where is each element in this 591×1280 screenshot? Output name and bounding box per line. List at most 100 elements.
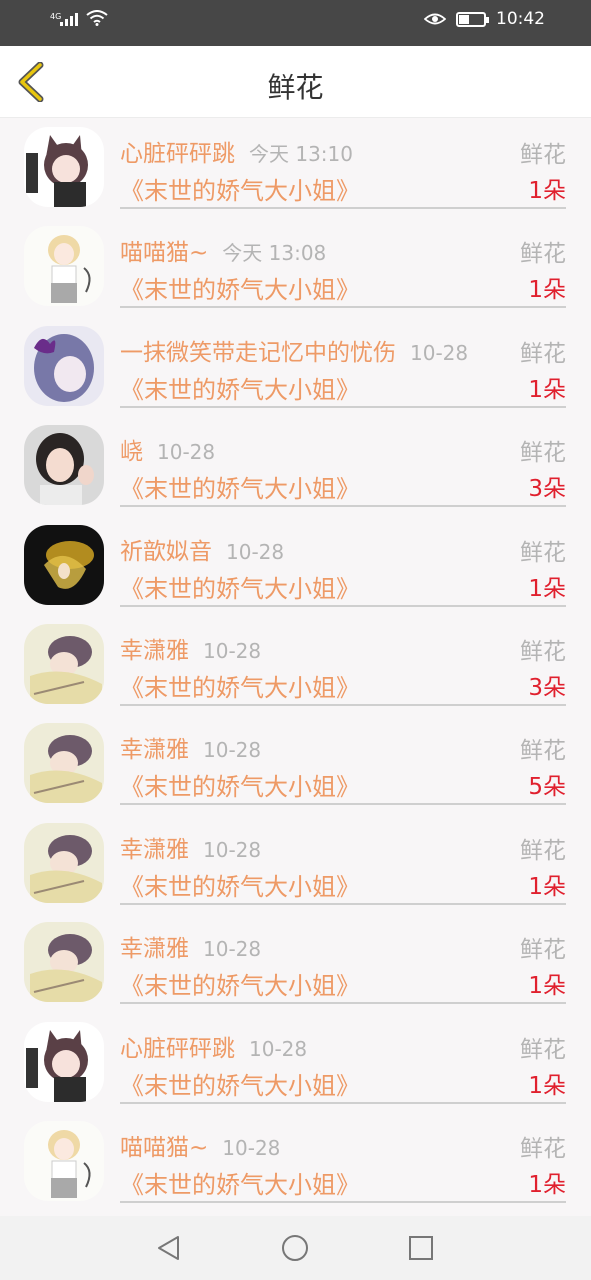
dark-gold-avatar[interactable] bbox=[24, 524, 104, 605]
gift-count: 1朵 bbox=[528, 376, 566, 403]
gift-type: 鲜花 bbox=[520, 937, 566, 964]
gift-time: 10-28 bbox=[203, 638, 262, 663]
list-item-1[interactable]: 喵喵猫~ 今天 13:08 鲜花 《末世的娇气大小姐》 1朵 bbox=[0, 217, 591, 316]
list-item-content: 幸潇雅 10-28 鲜花 《末世的娇气大小姐》 1朵 bbox=[120, 913, 566, 1005]
sender-name: 喵喵猫~ 今天 13:08 bbox=[120, 233, 326, 267]
book-title: 《末世的娇气大小姐》 bbox=[120, 276, 360, 305]
eye-icon bbox=[424, 13, 446, 25]
list-item-0[interactable]: 心脏砰砰跳 今天 13:10 鲜花 《末世的娇气大小姐》 1朵 bbox=[0, 118, 591, 217]
list-item-content: 喵喵猫~ 10-28 鲜花 《末世的娇气大小姐》 1朵 bbox=[120, 1112, 566, 1203]
sender-name: 幸潇雅 10-28 bbox=[120, 929, 261, 963]
sender-name-text: 一抹微笑带走记忆中的忧伤 bbox=[120, 339, 396, 366]
book-title: 《末世的娇气大小姐》 bbox=[120, 972, 360, 1001]
sender-name-text: 幸潇雅 bbox=[120, 637, 189, 664]
sender-name: 幸潇雅 10-28 bbox=[120, 730, 261, 764]
gift-count: 1朵 bbox=[528, 575, 566, 602]
sender-name-text: 喵喵猫~ bbox=[120, 240, 209, 267]
gift-type: 鲜花 bbox=[520, 638, 566, 665]
page-title: 鲜花 bbox=[267, 71, 324, 104]
book-title: 《末世的娇气大小姐》 bbox=[120, 1071, 360, 1100]
gift-count: 1朵 bbox=[528, 973, 566, 1000]
sleeping-boy-avatar[interactable] bbox=[24, 623, 104, 704]
gift-time: 今天 13:10 bbox=[249, 142, 353, 166]
list-item-content: 幸潇雅 10-28 鲜花 《末世的娇气大小姐》 5朵 bbox=[120, 714, 566, 806]
gift-type: 鲜花 bbox=[520, 1036, 566, 1063]
book-title: 《末世的娇气大小姐》 bbox=[120, 872, 360, 901]
catgirl-blonde-avatar[interactable] bbox=[24, 1120, 104, 1201]
catgirl-dark-avatar[interactable] bbox=[24, 1021, 104, 1102]
triangle-back-icon[interactable] bbox=[155, 1234, 183, 1262]
sleeping-boy-avatar[interactable] bbox=[24, 723, 104, 804]
catgirl-dark-avatar[interactable] bbox=[24, 127, 104, 207]
wifi-icon bbox=[86, 10, 108, 26]
sender-name-text: 祈歆姒音 bbox=[120, 538, 212, 565]
list-item-8[interactable]: 幸潇雅 10-28 鲜花 《末世的娇气大小姐》 1朵 bbox=[0, 913, 591, 1012]
network-type: 4G bbox=[50, 12, 62, 21]
gift-count: 3朵 bbox=[528, 476, 566, 503]
list-item-3[interactable]: 峣 10-28 鲜花 《末世的娇气大小姐》 3朵 bbox=[0, 416, 591, 515]
flower-gift-list: 心脏砰砰跳 今天 13:10 鲜花 《末世的娇气大小姐》 1朵 喵喵猫~ 今天 13… bbox=[0, 118, 591, 1216]
catgirl-blonde-avatar[interactable] bbox=[24, 226, 104, 307]
gift-count: 3朵 bbox=[528, 674, 566, 701]
sleeping-boy-avatar[interactable] bbox=[24, 822, 104, 903]
gift-type: 鲜花 bbox=[520, 440, 566, 467]
list-item-10[interactable]: 喵喵猫~ 10-28 鲜花 《末世的娇气大小姐》 1朵 bbox=[0, 1112, 591, 1211]
list-item-7[interactable]: 幸潇雅 10-28 鲜花 《末世的娇气大小姐》 1朵 bbox=[0, 814, 591, 913]
gift-time: 10-28 bbox=[222, 1135, 281, 1160]
gift-type: 鲜花 bbox=[520, 142, 566, 168]
gift-type: 鲜花 bbox=[520, 837, 566, 864]
header: 鲜花 bbox=[0, 46, 591, 118]
sender-name-text: 幸潇雅 bbox=[120, 936, 189, 963]
gift-time: 10-28 bbox=[410, 340, 469, 365]
gift-time: 10-28 bbox=[203, 837, 262, 862]
signal-icon bbox=[60, 10, 78, 26]
gift-time: 10-28 bbox=[249, 1036, 308, 1061]
sender-name: 幸潇雅 10-28 bbox=[120, 830, 261, 864]
sender-name-text: 心脏砰砰跳 bbox=[120, 141, 235, 167]
gift-time: 10-28 bbox=[226, 539, 285, 564]
sender-name: 祈歆姒音 10-28 bbox=[120, 532, 284, 566]
battery-icon bbox=[456, 11, 489, 27]
gift-type: 鲜花 bbox=[520, 539, 566, 566]
gift-count: 1朵 bbox=[528, 873, 566, 900]
list-item-content: 峣 10-28 鲜花 《末世的娇气大小姐》 3朵 bbox=[120, 416, 566, 508]
gift-count: 1朵 bbox=[528, 277, 566, 304]
system-nav-bar bbox=[0, 1216, 591, 1280]
butterfly-girl-avatar[interactable] bbox=[24, 325, 104, 406]
book-title: 《末世的娇气大小姐》 bbox=[120, 475, 360, 504]
status-bar: 4G 10:42 bbox=[0, 0, 591, 46]
gift-type: 鲜花 bbox=[520, 340, 566, 367]
gift-count: 1朵 bbox=[528, 178, 566, 204]
list-item-9[interactable]: 心脏砰砰跳 10-28 鲜花 《末世的娇气大小姐》 1朵 bbox=[0, 1013, 591, 1112]
list-item-content: 一抹微笑带走记忆中的忧伤 10-28 鲜花 《末世的娇气大小姐》 1朵 bbox=[120, 317, 566, 408]
gift-type: 鲜花 bbox=[520, 738, 566, 765]
sender-name: 喵喵猫~ 10-28 bbox=[120, 1128, 280, 1162]
gift-time: 10-28 bbox=[203, 738, 262, 763]
list-item-2[interactable]: 一抹微笑带走记忆中的忧伤 10-28 鲜花 《末世的娇气大小姐》 1朵 bbox=[0, 317, 591, 416]
gift-time: 今天 13:08 bbox=[222, 241, 327, 266]
photo-girl-avatar[interactable] bbox=[24, 425, 104, 506]
gift-count: 1朵 bbox=[528, 1171, 566, 1198]
list-item-5[interactable]: 幸潇雅 10-28 鲜花 《末世的娇气大小姐》 3朵 bbox=[0, 615, 591, 714]
sender-name-text: 幸潇雅 bbox=[120, 737, 189, 764]
list-item-content: 幸潇雅 10-28 鲜花 《末世的娇气大小姐》 1朵 bbox=[120, 814, 566, 905]
list-item-content: 喵喵猫~ 今天 13:08 鲜花 《末世的娇气大小姐》 1朵 bbox=[120, 217, 566, 309]
sleeping-boy-avatar[interactable] bbox=[24, 922, 104, 1003]
status-right: 10:42 bbox=[424, 9, 545, 29]
sender-name: 峣 10-28 bbox=[120, 432, 215, 466]
gift-count: 5朵 bbox=[528, 774, 566, 801]
square-recent-icon[interactable] bbox=[407, 1234, 435, 1262]
gift-type: 鲜花 bbox=[520, 1135, 566, 1162]
sender-name: 幸潇雅 10-28 bbox=[120, 631, 261, 665]
circle-home-icon[interactable] bbox=[281, 1234, 309, 1262]
list-item-content: 心脏砰砰跳 10-28 鲜花 《末世的娇气大小姐》 1朵 bbox=[120, 1013, 566, 1104]
list-item-6[interactable]: 幸潇雅 10-28 鲜花 《末世的娇气大小姐》 5朵 bbox=[0, 714, 591, 813]
list-item-content: 幸潇雅 10-28 鲜花 《末世的娇气大小姐》 3朵 bbox=[120, 615, 566, 706]
list-item-4[interactable]: 祈歆姒音 10-28 鲜花 《末世的娇气大小姐》 1朵 bbox=[0, 516, 591, 615]
list-item-content: 祈歆姒音 10-28 鲜花 《末世的娇气大小姐》 1朵 bbox=[120, 516, 566, 607]
gift-type: 鲜花 bbox=[520, 241, 566, 268]
book-title: 《末世的娇气大小姐》 bbox=[120, 177, 360, 205]
book-title: 《末世的娇气大小姐》 bbox=[120, 574, 360, 603]
sender-name-text: 峣 bbox=[120, 439, 143, 466]
signal-area: 4G bbox=[50, 10, 108, 26]
